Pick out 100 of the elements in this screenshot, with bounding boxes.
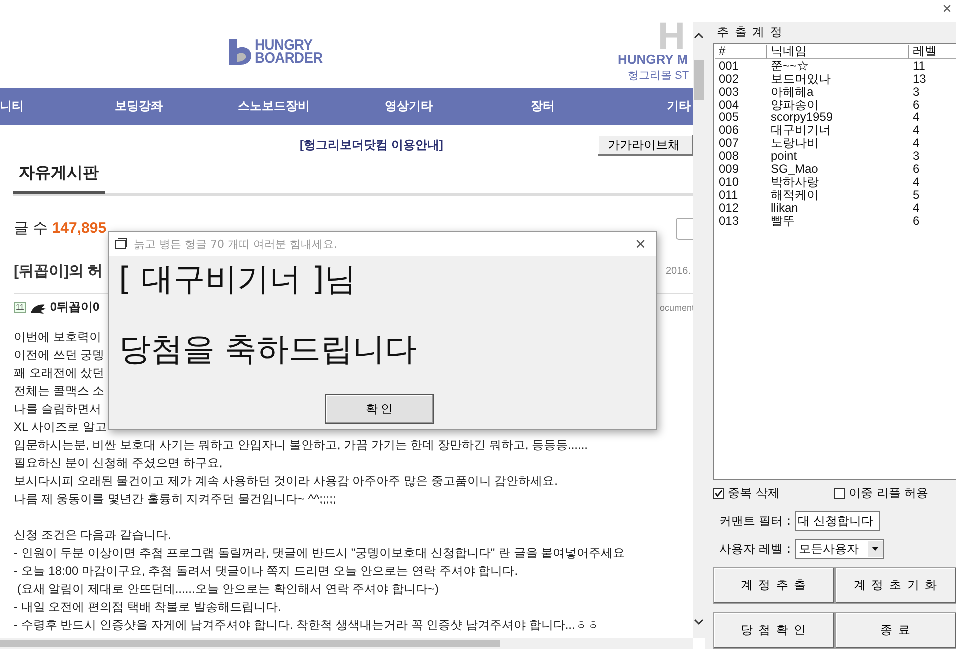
list-cell-text: 쭌~~☆ <box>770 60 810 73</box>
checkbox-label: 중복 삭제 <box>728 485 780 502</box>
list-cell-text: 대구비기너 <box>770 124 831 138</box>
list-cell-text: scorpy1959 <box>770 111 834 124</box>
list-cell-text: 보드머있나 <box>770 72 832 86</box>
list-cell-text: 4 <box>912 111 921 124</box>
nav-item[interactable]: 장터 <box>531 98 555 115</box>
action-button[interactable]: 종 료 <box>835 612 956 649</box>
nav-item[interactable]: 영상기타 <box>385 98 433 115</box>
action-button[interactable]: 당 첨 확 인 <box>713 612 835 649</box>
post-text-line: - 내일 오전에 편의점 택배 착불로 발송해드립니다. <box>14 599 282 616</box>
nav-item[interactable]: 기타 <box>667 98 691 115</box>
list-cell-text: 001 <box>718 60 740 73</box>
site-logo-text: HUNGRY BOARDER <box>255 39 323 65</box>
checkbox-label: 이중 리플 허용 <box>849 485 929 502</box>
post-text-line: XL 사이즈로 알고 <box>14 419 107 436</box>
action-button[interactable]: 계 정 초 기 화 <box>835 566 956 604</box>
chat-button[interactable]: 가가라이브채 <box>598 135 693 156</box>
post-text-line: 필요하신 분이 신청해 주셨으면 하구요, <box>14 455 223 472</box>
mall-logo-subtext: 헝그리몰 ST <box>628 69 690 82</box>
column-header[interactable]: # <box>715 44 767 59</box>
list-cell-text: point <box>770 150 798 164</box>
column-header[interactable]: 닉네임 <box>767 44 909 59</box>
list-cell-text: 007 <box>718 137 740 150</box>
list-cell-text: 011 <box>718 188 740 202</box>
list-cell-text: 11 <box>912 60 926 73</box>
post-text-line: 보시다시피 오래된 물건이고 제가 계속 사용하던 것이라 사용감 아주아주 많은 중고품이니 감안하세요. <box>14 473 558 490</box>
list-cell-text: 해적케이 <box>770 188 820 202</box>
list-cell-text: llikan <box>770 202 798 215</box>
dialog-title: 늙고 병든 헝글 70 개띠 여러분 힘내세요. <box>134 236 338 252</box>
post-text-line: 이번에 보호력이 <box>14 329 102 346</box>
post-text-line: 입문하시는분, 비싼 보호대 사기는 뭐하고 안입자니 불안하고, 가끔 가기는 한데 장만하긴 뭐하고, 등등등...... <box>14 437 588 454</box>
winner-text: [ 대구비기너 ]님 <box>119 259 358 299</box>
post-text-line: 꽤 오래전에 샀던 <box>14 365 105 382</box>
level-badge: 11 <box>14 302 26 313</box>
field-label: 커맨트 필터 : <box>718 512 791 530</box>
list-cell-text: 13 <box>912 72 928 86</box>
ok-button[interactable]: 확 인 <box>325 394 434 424</box>
list-cell-text: 5 <box>912 188 921 202</box>
field-label: 사용자 레벨 : <box>718 540 791 558</box>
board-tab[interactable]: 자유게시판 <box>13 163 105 194</box>
list-cell-text: 003 <box>718 86 740 99</box>
post-text-line: - 인원이 두분 이상이면 추첨 프로그램 돌릴꺼라, 댓글에 반드시 "궁뎅이보호대 신청합니다" 란 글을 붙여넣어주세요 <box>14 545 626 562</box>
list-cell-text: 3 <box>912 86 921 99</box>
list-cell-text: 012 <box>718 202 740 215</box>
panel-title: 추 출 계 정 <box>716 24 784 41</box>
scroll-up-icon[interactable] <box>693 32 705 40</box>
column-header[interactable]: 레벨 <box>909 44 956 59</box>
list-cell-text: 002 <box>718 72 740 86</box>
horizontal-scrollbar[interactable] <box>0 638 693 649</box>
list-cell-text: 010 <box>718 176 740 189</box>
list-cell-text: SG_Mao <box>770 163 820 176</box>
post-text-line: 전체는 콜맥스 소 <box>14 383 105 400</box>
post-text-line: 신청 조건은 다음과 같습니다. <box>14 527 172 544</box>
post-text-line: - 수령후 반드시 인증샷을 자게에 남겨주셔야 합니다. 착한척 생색내는거라 꼭 인증샷 남겨주셔야 합니다...ㅎㅎ <box>14 617 600 634</box>
list-cell-text: 6 <box>912 98 921 112</box>
list-cell-text: 008 <box>718 150 740 164</box>
action-button[interactable]: 계 정 추 출 <box>713 566 835 604</box>
post-text-line: - 오늘 18:00 마감이구요, 추첨 돌려서 댓글이나 쪽지 드리면 오늘 안으로는 연락 주셔야 합니다. <box>14 563 518 580</box>
list-cell-text: 6 <box>912 163 921 176</box>
list-cell-text: 009 <box>718 163 740 176</box>
list-cell-text: 3 <box>912 150 921 164</box>
list-cell-text: 4 <box>912 176 921 189</box>
scroll-down-icon[interactable] <box>693 618 705 626</box>
list-cell-text: 013 <box>718 214 740 228</box>
list-cell-text: 6 <box>912 214 921 228</box>
checkbox[interactable] <box>713 488 724 500</box>
close-button[interactable]: × <box>631 234 650 254</box>
scrollbar-thumb[interactable] <box>0 640 500 647</box>
post-text-line: (요새 알림이 제대로 안뜨던데......오늘 안으로는 확인해서 연락 주셔야 합니다~) <box>16 581 440 598</box>
post-text-line: 나를 슬림하면서 <box>14 401 102 418</box>
list-cell-text: 005 <box>718 111 740 124</box>
nav-item[interactable]: 보딩강좌 <box>115 98 163 115</box>
post-title: [뒤꼽이]의 허 <box>14 262 104 281</box>
filter-field[interactable]: 대 신청합니다 <box>795 511 880 532</box>
list-cell-text: 노랑나비 <box>770 137 820 150</box>
post-text-line: 나름 제 웅동이를 몇년간 훌륭히 지켜주던 물건입니다~ ^^;;;;; <box>14 491 336 508</box>
list-cell-text: 빨뚜 <box>770 214 796 228</box>
level-dropdown[interactable]: 모든사용자 <box>795 539 884 560</box>
logo-icon <box>227 37 253 67</box>
list-cell-text: 4 <box>912 202 921 215</box>
post-date: 2016. <box>666 266 692 277</box>
nav-item[interactable]: 니티 <box>0 98 24 115</box>
list-cell-text: 4 <box>912 137 921 150</box>
author-name[interactable]: 0뒤꼽이0 <box>50 299 100 316</box>
scrollbar-thumb[interactable] <box>694 60 704 100</box>
checkbox[interactable] <box>834 488 845 500</box>
list-cell-text: 아헤헤a <box>770 86 814 99</box>
list-cell-text: 4 <box>912 124 921 138</box>
post-text-line: 이전에 쓰던 궁뎅 <box>14 347 105 364</box>
mall-logo-text: HUNGRY M <box>618 52 688 67</box>
list-cell-text: 박하사랑 <box>770 176 820 189</box>
notice-link[interactable]: [헝그리보더닷컴 이용안내] <box>300 137 444 154</box>
nav-item[interactable]: 스노보드장비 <box>238 98 310 115</box>
list-cell-text: 004 <box>718 98 740 112</box>
list-cell-text: 양파송이 <box>770 98 820 112</box>
close-button[interactable]: × <box>938 0 956 20</box>
list-cell-text: 006 <box>718 124 740 138</box>
post-count: 글 수 147,895 <box>14 219 107 238</box>
vertical-scrollbar[interactable] <box>693 22 705 638</box>
